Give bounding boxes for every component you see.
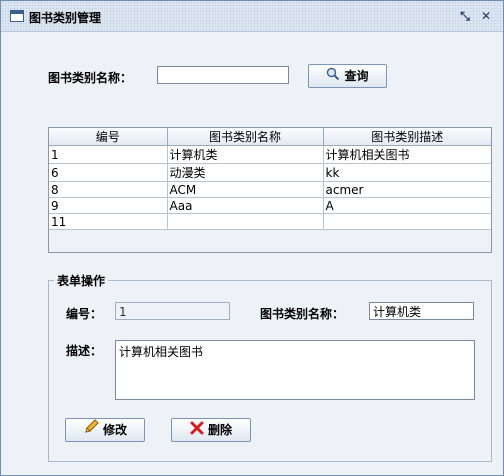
modify-button-label: 修改 — [102, 423, 127, 437]
close-icon[interactable]: ✕ — [479, 9, 493, 23]
column-header-id[interactable]: 编号 — [49, 128, 168, 146]
cell-id[interactable]: 1 — [49, 145, 168, 164]
table-row[interactable]: 9 Aaa A — [49, 197, 491, 214]
cell-name[interactable]: 动漫类 — [167, 163, 324, 182]
cell-desc[interactable]: 计算机相关图书 — [323, 145, 491, 164]
cell-id[interactable]: 9 — [49, 197, 168, 214]
table-row[interactable]: 6 动漫类 kk — [49, 163, 491, 182]
table-header-row: 编号 图书类别名称 图书类别描述 — [49, 128, 491, 146]
delete-x-icon — [190, 420, 204, 442]
cell-name[interactable]: 计算机类 — [167, 145, 324, 164]
id-field: 1 — [115, 302, 230, 320]
category-name-field[interactable]: 计算机类 — [369, 302, 474, 320]
cell-id[interactable]: 8 — [49, 181, 168, 198]
cell-name[interactable]: ACM — [167, 181, 324, 198]
cell-name[interactable] — [167, 213, 324, 230]
cell-desc[interactable] — [323, 213, 491, 230]
modify-button[interactable]: 修改 — [65, 418, 145, 442]
category-table: 编号 图书类别名称 图书类别描述 1 计算机类 计算机相关图书 6 动漫类 kk — [48, 127, 492, 253]
delete-button[interactable]: 删除 — [171, 418, 251, 442]
table-row[interactable]: 8 ACM acmer — [49, 181, 491, 198]
search-icon — [326, 66, 340, 88]
table-row[interactable]: 11 — [49, 213, 491, 230]
cell-id[interactable]: 11 — [49, 213, 168, 230]
query-button[interactable]: 查询 — [308, 64, 387, 88]
query-button-label: 查询 — [344, 69, 369, 83]
cell-desc[interactable]: A — [323, 197, 491, 214]
description-textarea[interactable]: 计算机相关图书 — [115, 340, 475, 400]
content-pane: 图书类别名称： 查询 编号 图书类别名称 图书类别描述 1 计算机类 计算机相关… — [1, 32, 503, 475]
cell-desc[interactable]: acmer — [323, 181, 491, 198]
window-title: 图书类别管理 — [29, 11, 102, 25]
delete-button-label: 删除 — [207, 423, 232, 437]
id-label: 编号： — [66, 307, 103, 321]
search-label: 图书类别名称： — [48, 71, 133, 85]
category-name-label: 图书类别名称： — [260, 307, 345, 321]
table-row[interactable]: 1 计算机类 计算机相关图书 — [49, 145, 491, 164]
cell-id[interactable]: 6 — [49, 163, 168, 182]
column-header-name[interactable]: 图书类别名称 — [167, 128, 324, 146]
column-header-desc[interactable]: 图书类别描述 — [323, 128, 491, 146]
cell-desc[interactable]: kk — [323, 163, 491, 182]
internal-frame-window: 图书类别管理 ⤡ ✕ 图书类别名称： 查询 编号 图书类别名称 图书类别描述 1… — [0, 0, 504, 476]
description-label: 描述： — [66, 344, 103, 358]
title-bar[interactable]: 图书类别管理 ⤡ ✕ — [1, 1, 503, 32]
restore-icon[interactable]: ⤡ — [458, 9, 472, 23]
pencil-icon — [83, 419, 99, 442]
search-input[interactable] — [157, 66, 289, 84]
cell-name[interactable]: Aaa — [167, 197, 324, 214]
form-group-title: 表单操作 — [54, 272, 109, 289]
window-icon — [10, 10, 24, 22]
